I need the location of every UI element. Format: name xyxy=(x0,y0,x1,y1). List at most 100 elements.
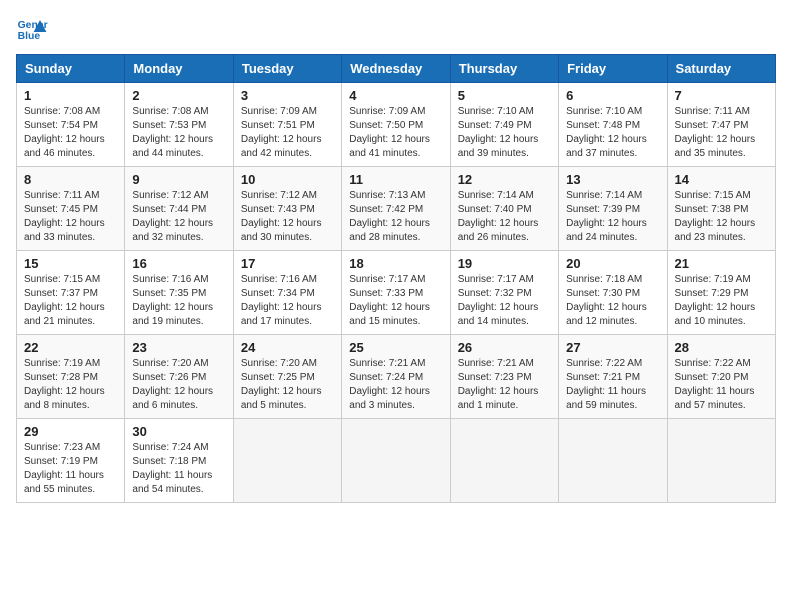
day-cell: 13 Sunrise: 7:14 AMSunset: 7:39 PMDaylig… xyxy=(559,167,667,251)
day-cell xyxy=(559,419,667,503)
day-cell: 22 Sunrise: 7:19 AMSunset: 7:28 PMDaylig… xyxy=(17,335,125,419)
day-cell: 11 Sunrise: 7:13 AMSunset: 7:42 PMDaylig… xyxy=(342,167,450,251)
day-number: 5 xyxy=(458,88,551,103)
day-detail: Sunrise: 7:17 AMSunset: 7:33 PMDaylight:… xyxy=(349,273,442,329)
day-cell: 24 Sunrise: 7:20 AMSunset: 7:25 PMDaylig… xyxy=(233,335,341,419)
day-number: 28 xyxy=(675,340,768,355)
day-detail: Sunrise: 7:19 AMSunset: 7:28 PMDaylight:… xyxy=(24,357,117,413)
day-cell: 20 Sunrise: 7:18 AMSunset: 7:30 PMDaylig… xyxy=(559,251,667,335)
day-number: 19 xyxy=(458,256,551,271)
day-cell: 17 Sunrise: 7:16 AMSunset: 7:34 PMDaylig… xyxy=(233,251,341,335)
day-detail: Sunrise: 7:18 AMSunset: 7:30 PMDaylight:… xyxy=(566,273,659,329)
day-number: 21 xyxy=(675,256,768,271)
day-number: 12 xyxy=(458,172,551,187)
day-number: 24 xyxy=(241,340,334,355)
day-cell xyxy=(342,419,450,503)
day-detail: Sunrise: 7:10 AMSunset: 7:48 PMDaylight:… xyxy=(566,105,659,161)
day-detail: Sunrise: 7:19 AMSunset: 7:29 PMDaylight:… xyxy=(675,273,768,329)
day-cell: 29 Sunrise: 7:23 AMSunset: 7:19 PMDaylig… xyxy=(17,419,125,503)
day-cell: 15 Sunrise: 7:15 AMSunset: 7:37 PMDaylig… xyxy=(17,251,125,335)
day-number: 13 xyxy=(566,172,659,187)
day-cell: 26 Sunrise: 7:21 AMSunset: 7:23 PMDaylig… xyxy=(450,335,558,419)
day-number: 8 xyxy=(24,172,117,187)
day-cell: 6 Sunrise: 7:10 AMSunset: 7:48 PMDayligh… xyxy=(559,83,667,167)
weekday-header-friday: Friday xyxy=(559,55,667,83)
day-number: 15 xyxy=(24,256,117,271)
day-number: 11 xyxy=(349,172,442,187)
day-detail: Sunrise: 7:16 AMSunset: 7:35 PMDaylight:… xyxy=(132,273,225,329)
week-row-4: 22 Sunrise: 7:19 AMSunset: 7:28 PMDaylig… xyxy=(17,335,776,419)
weekday-header-sunday: Sunday xyxy=(17,55,125,83)
day-cell xyxy=(667,419,775,503)
day-cell: 16 Sunrise: 7:16 AMSunset: 7:35 PMDaylig… xyxy=(125,251,233,335)
day-detail: Sunrise: 7:14 AMSunset: 7:40 PMDaylight:… xyxy=(458,189,551,245)
day-detail: Sunrise: 7:21 AMSunset: 7:23 PMDaylight:… xyxy=(458,357,551,413)
day-cell xyxy=(233,419,341,503)
day-detail: Sunrise: 7:11 AMSunset: 7:45 PMDaylight:… xyxy=(24,189,117,245)
day-detail: Sunrise: 7:22 AMSunset: 7:20 PMDaylight:… xyxy=(675,357,768,413)
day-cell: 12 Sunrise: 7:14 AMSunset: 7:40 PMDaylig… xyxy=(450,167,558,251)
day-detail: Sunrise: 7:15 AMSunset: 7:38 PMDaylight:… xyxy=(675,189,768,245)
weekday-header-monday: Monday xyxy=(125,55,233,83)
day-number: 3 xyxy=(241,88,334,103)
day-detail: Sunrise: 7:15 AMSunset: 7:37 PMDaylight:… xyxy=(24,273,117,329)
day-number: 17 xyxy=(241,256,334,271)
day-number: 9 xyxy=(132,172,225,187)
day-detail: Sunrise: 7:21 AMSunset: 7:24 PMDaylight:… xyxy=(349,357,442,413)
day-cell: 9 Sunrise: 7:12 AMSunset: 7:44 PMDayligh… xyxy=(125,167,233,251)
day-number: 4 xyxy=(349,88,442,103)
day-cell: 4 Sunrise: 7:09 AMSunset: 7:50 PMDayligh… xyxy=(342,83,450,167)
day-cell: 28 Sunrise: 7:22 AMSunset: 7:20 PMDaylig… xyxy=(667,335,775,419)
week-row-3: 15 Sunrise: 7:15 AMSunset: 7:37 PMDaylig… xyxy=(17,251,776,335)
day-cell: 23 Sunrise: 7:20 AMSunset: 7:26 PMDaylig… xyxy=(125,335,233,419)
day-number: 16 xyxy=(132,256,225,271)
day-number: 25 xyxy=(349,340,442,355)
day-cell: 14 Sunrise: 7:15 AMSunset: 7:38 PMDaylig… xyxy=(667,167,775,251)
day-number: 26 xyxy=(458,340,551,355)
day-number: 29 xyxy=(24,424,117,439)
week-row-2: 8 Sunrise: 7:11 AMSunset: 7:45 PMDayligh… xyxy=(17,167,776,251)
day-detail: Sunrise: 7:16 AMSunset: 7:34 PMDaylight:… xyxy=(241,273,334,329)
day-detail: Sunrise: 7:09 AMSunset: 7:51 PMDaylight:… xyxy=(241,105,334,161)
day-cell: 10 Sunrise: 7:12 AMSunset: 7:43 PMDaylig… xyxy=(233,167,341,251)
day-detail: Sunrise: 7:10 AMSunset: 7:49 PMDaylight:… xyxy=(458,105,551,161)
day-cell: 21 Sunrise: 7:19 AMSunset: 7:29 PMDaylig… xyxy=(667,251,775,335)
day-cell xyxy=(450,419,558,503)
week-row-1: 1 Sunrise: 7:08 AMSunset: 7:54 PMDayligh… xyxy=(17,83,776,167)
calendar-table: SundayMondayTuesdayWednesdayThursdayFrid… xyxy=(16,54,776,503)
day-number: 22 xyxy=(24,340,117,355)
day-number: 1 xyxy=(24,88,117,103)
day-detail: Sunrise: 7:08 AMSunset: 7:54 PMDaylight:… xyxy=(24,105,117,161)
day-number: 30 xyxy=(132,424,225,439)
weekday-header-wednesday: Wednesday xyxy=(342,55,450,83)
day-detail: Sunrise: 7:20 AMSunset: 7:26 PMDaylight:… xyxy=(132,357,225,413)
weekday-header-saturday: Saturday xyxy=(667,55,775,83)
svg-text:Blue: Blue xyxy=(18,31,41,42)
day-number: 20 xyxy=(566,256,659,271)
weekday-header-thursday: Thursday xyxy=(450,55,558,83)
day-number: 18 xyxy=(349,256,442,271)
page-header: General Blue xyxy=(16,16,776,44)
day-detail: Sunrise: 7:17 AMSunset: 7:32 PMDaylight:… xyxy=(458,273,551,329)
day-detail: Sunrise: 7:11 AMSunset: 7:47 PMDaylight:… xyxy=(675,105,768,161)
day-number: 23 xyxy=(132,340,225,355)
day-cell: 2 Sunrise: 7:08 AMSunset: 7:53 PMDayligh… xyxy=(125,83,233,167)
day-detail: Sunrise: 7:13 AMSunset: 7:42 PMDaylight:… xyxy=(349,189,442,245)
calendar-body: 1 Sunrise: 7:08 AMSunset: 7:54 PMDayligh… xyxy=(17,83,776,503)
day-cell: 7 Sunrise: 7:11 AMSunset: 7:47 PMDayligh… xyxy=(667,83,775,167)
day-number: 6 xyxy=(566,88,659,103)
day-cell: 3 Sunrise: 7:09 AMSunset: 7:51 PMDayligh… xyxy=(233,83,341,167)
day-number: 10 xyxy=(241,172,334,187)
day-cell: 5 Sunrise: 7:10 AMSunset: 7:49 PMDayligh… xyxy=(450,83,558,167)
weekday-header-row: SundayMondayTuesdayWednesdayThursdayFrid… xyxy=(17,55,776,83)
day-cell: 1 Sunrise: 7:08 AMSunset: 7:54 PMDayligh… xyxy=(17,83,125,167)
day-detail: Sunrise: 7:22 AMSunset: 7:21 PMDaylight:… xyxy=(566,357,659,413)
day-detail: Sunrise: 7:08 AMSunset: 7:53 PMDaylight:… xyxy=(132,105,225,161)
day-cell: 18 Sunrise: 7:17 AMSunset: 7:33 PMDaylig… xyxy=(342,251,450,335)
day-cell: 19 Sunrise: 7:17 AMSunset: 7:32 PMDaylig… xyxy=(450,251,558,335)
day-number: 27 xyxy=(566,340,659,355)
day-detail: Sunrise: 7:20 AMSunset: 7:25 PMDaylight:… xyxy=(241,357,334,413)
day-number: 7 xyxy=(675,88,768,103)
logo: General Blue xyxy=(16,16,48,44)
day-detail: Sunrise: 7:12 AMSunset: 7:44 PMDaylight:… xyxy=(132,189,225,245)
